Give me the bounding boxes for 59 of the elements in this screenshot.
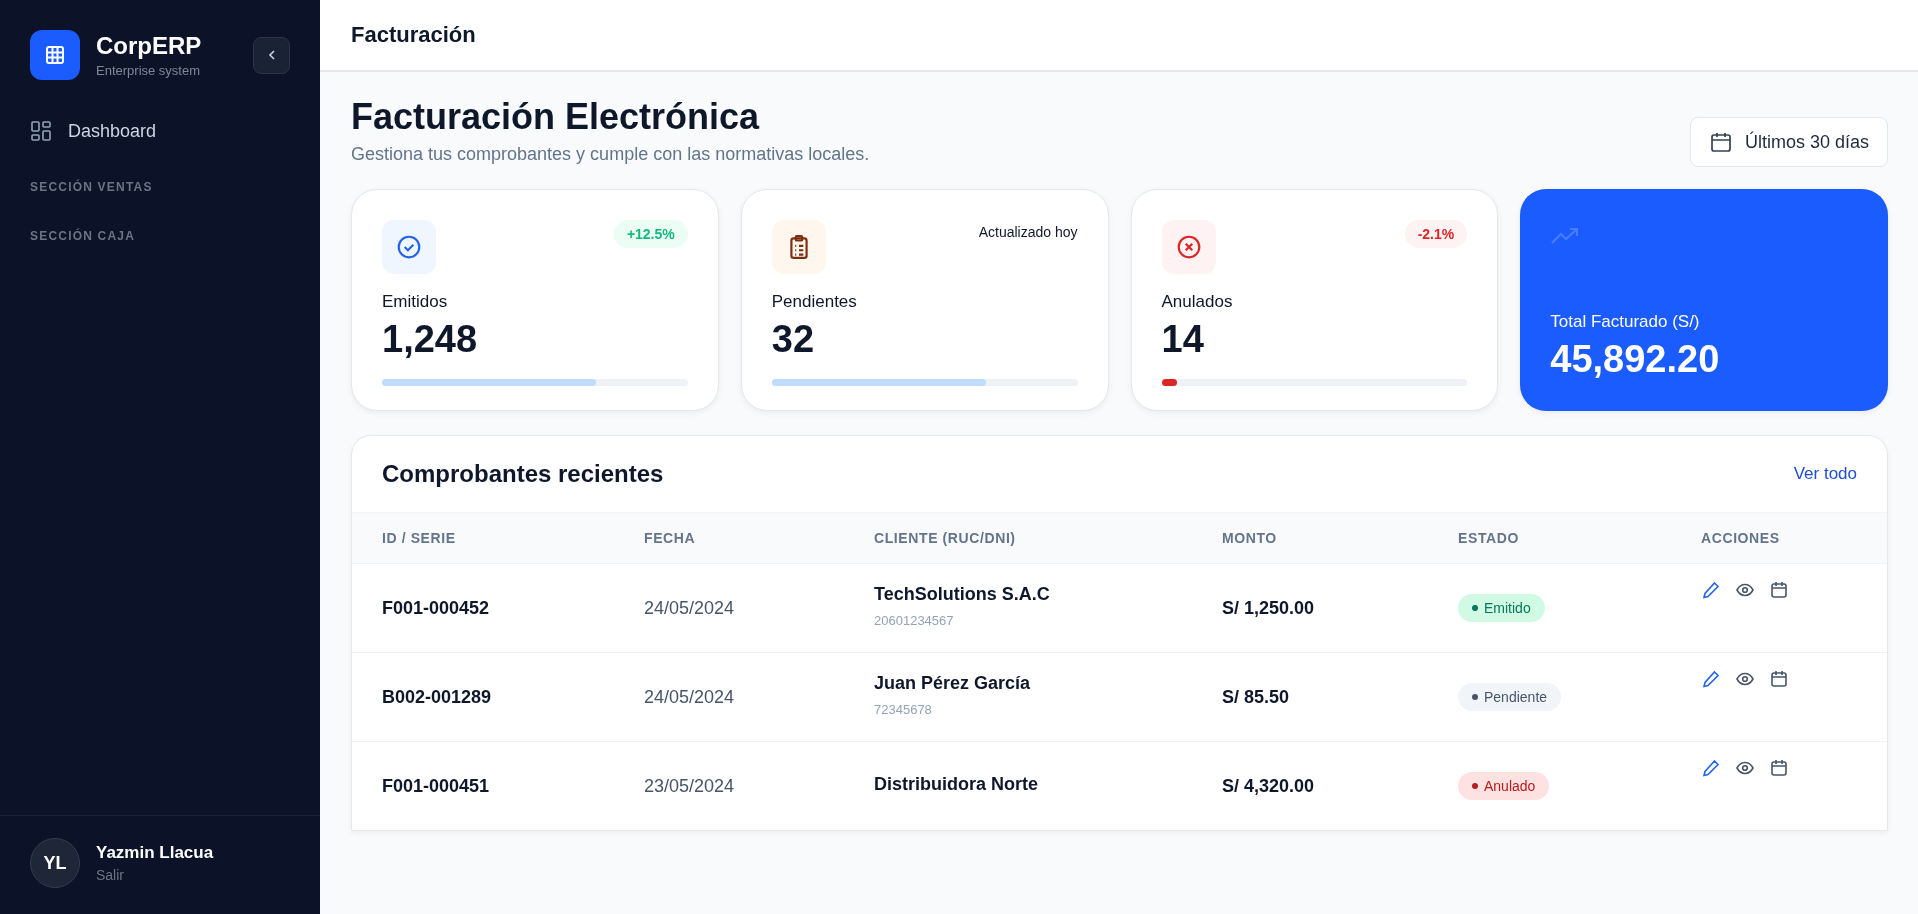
card-value: 14 [1161, 318, 1205, 361]
invoice-amount: S/ 85.50 [1222, 686, 1291, 708]
calendar-icon[interactable] [1769, 580, 1789, 600]
section-heading: SECCIÓN VENTAS [30, 180, 154, 194]
invoice-date: 24/05/2024 [644, 597, 736, 619]
card-value: 45,892.20 [1550, 338, 1721, 381]
client-name: Juan Pérez García [874, 673, 1032, 694]
invoice-amount: S/ 4,320.00 [1222, 775, 1316, 797]
invoice-id: B002-001289 [382, 686, 493, 708]
page-title: Facturación Electrónica [351, 96, 761, 138]
page-subtitle: Gestiona tus comprobantes y cumple con las normativas locales. [351, 144, 870, 165]
column-header: ESTADO [1458, 530, 1520, 546]
logout-link[interactable]: Salir [96, 867, 214, 883]
clipboard-icon [771, 220, 826, 274]
avatar: YL [30, 838, 80, 888]
calendar-icon [1708, 130, 1733, 154]
date-range-button[interactable]: Últimos 30 días [1689, 117, 1888, 167]
column-header: ID / SERIE [382, 530, 457, 546]
invoice-id: F001-000452 [382, 597, 491, 619]
card-label: Emitidos [382, 292, 449, 312]
invoice-date: 24/05/2024 [644, 686, 736, 708]
card-value: 32 [771, 318, 816, 361]
client-name: TechSolutions S.A.C [874, 584, 1051, 605]
update-note: Actualizado hoy [978, 223, 1078, 242]
trend-badge: +12.5% [613, 220, 688, 248]
dashboard-icon [30, 120, 52, 142]
column-header: FECHA [644, 530, 697, 546]
column-header: MONTO [1222, 530, 1278, 546]
edit-icon[interactable] [1701, 669, 1721, 689]
trend-up-icon [1550, 227, 1581, 245]
calendar-icon[interactable] [1769, 669, 1789, 689]
status-badge: Pendiente [1458, 683, 1562, 711]
edit-icon[interactable] [1701, 758, 1721, 778]
invoice-id: F001-000451 [382, 775, 491, 797]
card-label: Pendientes [771, 292, 858, 312]
table-title: Comprobantes recientes [382, 460, 664, 488]
trend-badge: -2.1% [1404, 220, 1468, 248]
card-label: Total Facturado (S/) [1550, 312, 1701, 332]
column-header: ACCIONES [1701, 530, 1781, 546]
status-badge: Emitido [1458, 594, 1545, 622]
client-name: Distribuidora Norte [874, 773, 1039, 795]
invoice-date: 23/05/2024 [644, 775, 736, 797]
section-heading: SECCIÓN CAJA [30, 229, 137, 243]
brand-subtitle: Enterprise system [96, 63, 202, 78]
client-document: 72345678 [874, 702, 933, 717]
status-badge: Anulado [1458, 772, 1550, 800]
card-label: Anulados [1161, 292, 1234, 312]
grid-logo-icon [30, 30, 80, 80]
page-header-title: Facturación [351, 22, 476, 48]
sidebar-item[interactable]: Dashboard [30, 120, 290, 142]
card-value: 1,248 [382, 318, 479, 361]
user-name: Yazmin Llacua [96, 843, 214, 863]
client-document: 20601234567 [874, 613, 955, 628]
calendar-icon[interactable] [1769, 758, 1789, 778]
edit-icon[interactable] [1701, 580, 1721, 600]
column-header: CLIENTE (RUC/DNI) [874, 530, 1017, 546]
brand-name: CorpERP [96, 32, 203, 60]
view-all-link[interactable]: Ver todo [1793, 464, 1857, 484]
invoice-amount: S/ 1,250.00 [1222, 597, 1316, 619]
